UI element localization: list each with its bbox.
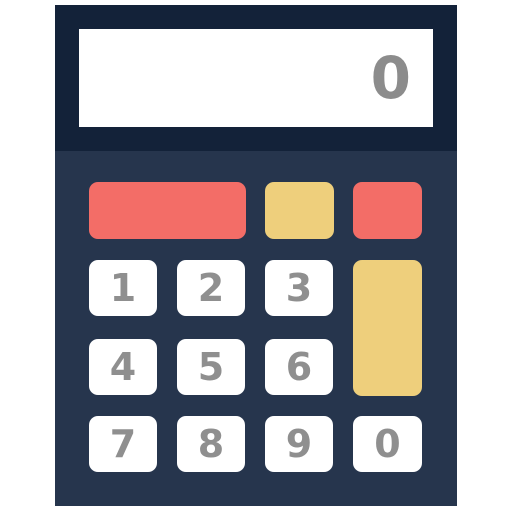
yellow-key[interactable] [265, 182, 334, 239]
display-bezel: 0 [55, 5, 457, 151]
digit-key-7[interactable]: 7 [89, 416, 157, 472]
digit-key-3[interactable]: 3 [265, 260, 333, 316]
digit-key-5[interactable]: 5 [177, 339, 245, 395]
digit-key-0[interactable]: 0 [353, 416, 422, 472]
display-value: 0 [370, 44, 411, 112]
wide-red-key[interactable] [89, 182, 246, 239]
digit-key-4[interactable]: 4 [89, 339, 157, 395]
tall-yellow-key[interactable] [353, 260, 422, 396]
digit-key-9[interactable]: 9 [265, 416, 333, 472]
digit-key-2[interactable]: 2 [177, 260, 245, 316]
digit-key-1[interactable]: 1 [89, 260, 157, 316]
display-screen: 0 [79, 29, 433, 127]
red-key[interactable] [353, 182, 422, 239]
calculator-icon: 0 1 2 3 4 5 6 7 8 9 0 [55, 5, 457, 506]
digit-key-6[interactable]: 6 [265, 339, 333, 395]
digit-key-8[interactable]: 8 [177, 416, 245, 472]
